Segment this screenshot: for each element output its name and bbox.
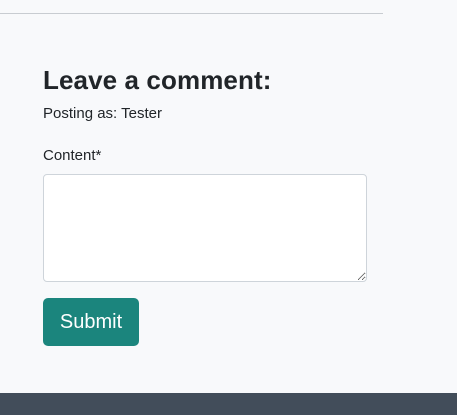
comment-form: Leave a comment: Posting as: Tester Cont… <box>43 64 367 346</box>
content-label: Content* <box>43 147 102 164</box>
submit-button[interactable]: Submit <box>43 298 139 346</box>
top-divider <box>0 13 383 14</box>
posting-as-text: Posting as: Tester <box>43 105 162 122</box>
content-textarea[interactable] <box>43 174 367 282</box>
comment-heading: Leave a comment: <box>43 65 272 95</box>
footer-bar <box>0 393 457 415</box>
page: Leave a comment: Posting as: Tester Cont… <box>0 0 457 415</box>
